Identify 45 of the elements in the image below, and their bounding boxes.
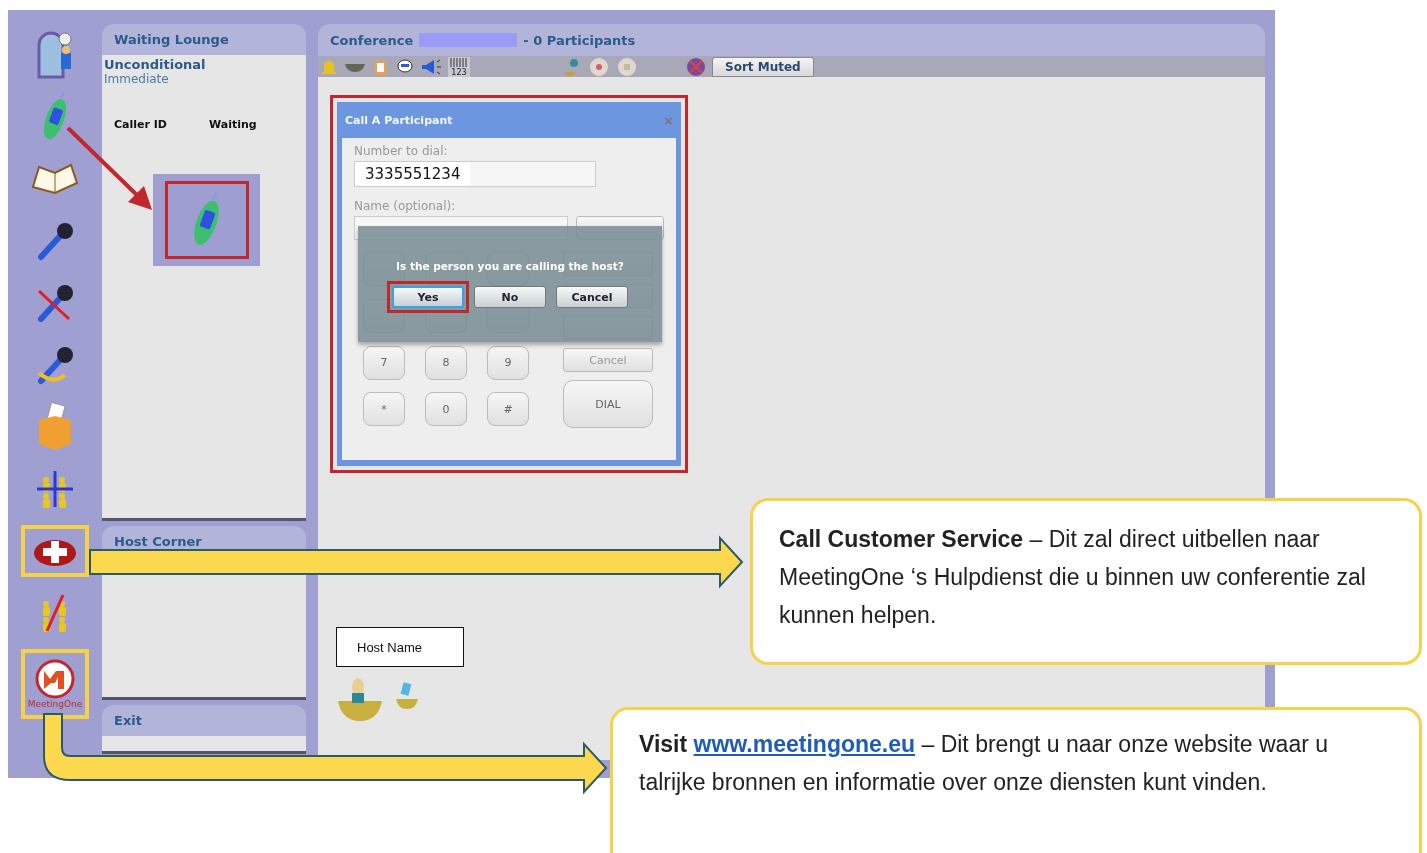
dialog-title: Call A Participant <box>345 113 453 127</box>
book-icon <box>31 161 79 197</box>
sort-muted-button[interactable]: Sort Muted <box>712 56 814 77</box>
website-link[interactable]: www.meetingone.eu <box>693 731 916 757</box>
conference-title: Conference <box>330 32 414 48</box>
field-label: Name (optional): <box>354 199 457 213</box>
confirm-button[interactable]: No <box>474 286 546 309</box>
number-input-field[interactable]: 3335551234 <box>354 161 596 187</box>
field-label: Number to dial: <box>354 144 449 158</box>
phone-icon <box>191 192 222 248</box>
confirm-button[interactable]: Cancel <box>556 286 628 309</box>
panel-title: Waiting Lounge <box>114 32 229 47</box>
speaker-icon[interactable] <box>420 57 442 76</box>
dial-button[interactable]: DIAL <box>563 380 653 428</box>
panel-title: Host Corner <box>114 534 202 549</box>
callout-text: Visit www.meetingone.eu – Dit brengt u naar onze website waar u talrijke bronnen en informatie over onze diensten kunt vinden. <box>639 730 1330 797</box>
keypad-key[interactable]: 9 <box>487 345 529 380</box>
logo-icon <box>35 659 75 699</box>
keypad-key[interactable]: # <box>487 392 529 427</box>
confirm-button[interactable]: Yes <box>392 286 464 309</box>
host-name-label: Host Name <box>357 639 423 655</box>
keypad-key[interactable]: 7 <box>363 345 405 380</box>
logo-text: MeetingOne <box>27 699 83 709</box>
speech-bubble-icon[interactable] <box>396 57 414 76</box>
sidebar-tool-button[interactable] <box>21 525 89 577</box>
keypad-counter-icon[interactable]: 123 <box>448 56 470 77</box>
microphone-icon <box>35 221 75 261</box>
microphone-icon <box>35 345 75 385</box>
column-header: Waiting <box>209 118 257 131</box>
panel-title: Exit <box>114 713 142 728</box>
lounge-mode: Unconditional <box>104 57 207 72</box>
keypad-key[interactable]: * <box>363 392 405 427</box>
keypad-key[interactable]: 8 <box>425 345 467 380</box>
people-group-icon <box>35 469 75 509</box>
record-icon[interactable] <box>588 57 610 76</box>
stop-icon[interactable] <box>616 57 638 76</box>
mute-icon[interactable] <box>686 57 706 76</box>
confirm-question: Is the person you are calling the host? <box>396 259 624 272</box>
phone-icon <box>41 92 69 142</box>
participant-count: - 0 Participants <box>523 32 636 48</box>
muted-microphone-icon <box>35 283 75 323</box>
callout-text: Call Customer Service – Dit zal direct uitbellen naar MeetingOne ‘s Hulpdienst die u binnen uw conferentie zal kunnen helpen. <box>779 525 1367 630</box>
column-header: Caller ID <box>114 118 167 131</box>
lounge-mode-detail: Immediate <box>104 72 170 86</box>
keypad-key[interactable]: 0 <box>425 392 467 427</box>
